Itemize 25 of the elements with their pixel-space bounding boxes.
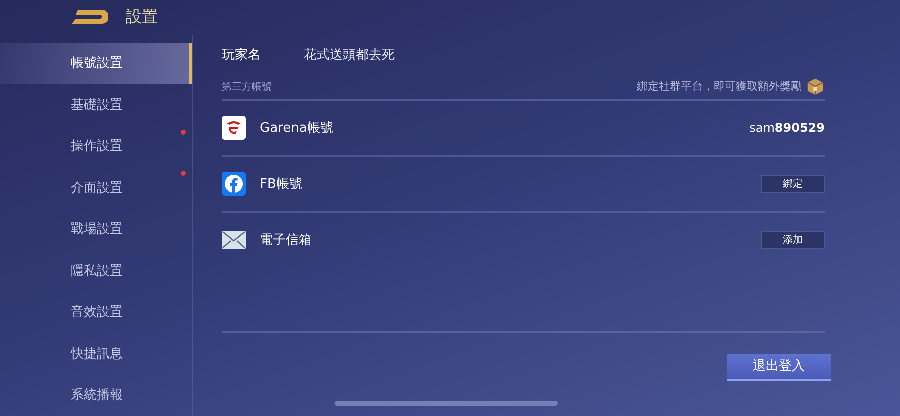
sidebar-item[interactable]: 快捷訊息 bbox=[0, 333, 192, 374]
bind-button[interactable]: 綁定 bbox=[761, 174, 825, 192]
sidebar-item[interactable]: 介面設置 bbox=[0, 167, 192, 208]
sidebar-item[interactable]: 操作設置 bbox=[0, 126, 192, 167]
sidebar-item[interactable]: 基礎設置 bbox=[0, 84, 192, 126]
player-name: 花式送頭都去死 bbox=[304, 46, 395, 64]
sidebar-item[interactable]: 系統播報 bbox=[0, 374, 192, 416]
field-label: 玩家名 bbox=[222, 46, 262, 64]
sidebar-item[interactable]: 隱私設置 bbox=[0, 250, 192, 292]
account-label: 電子信箱 bbox=[260, 232, 313, 248]
facebook-icon bbox=[222, 172, 246, 196]
account-name: sam890529 bbox=[750, 120, 825, 134]
logout-button[interactable]: 退出登入 bbox=[727, 354, 831, 380]
envelope-icon bbox=[222, 230, 246, 248]
reward-hint: 綁定社群平台，即可獲取額外獎勵 bbox=[637, 79, 802, 94]
account-label: Garena帳號 bbox=[260, 120, 334, 136]
bind-button[interactable]: 添加 bbox=[761, 230, 825, 248]
chest-icon bbox=[806, 77, 825, 96]
sidebar-item[interactable]: 戰場設置 bbox=[0, 208, 192, 250]
back-icon[interactable] bbox=[72, 10, 108, 24]
page-title: 設置 bbox=[126, 6, 158, 28]
sidebar-item[interactable]: 音效設置 bbox=[0, 292, 192, 333]
account-label: FB帳號 bbox=[260, 176, 304, 192]
sidebar-item[interactable]: 帳號設置 bbox=[0, 42, 192, 84]
section-title: 第三方帳號 bbox=[222, 80, 272, 94]
